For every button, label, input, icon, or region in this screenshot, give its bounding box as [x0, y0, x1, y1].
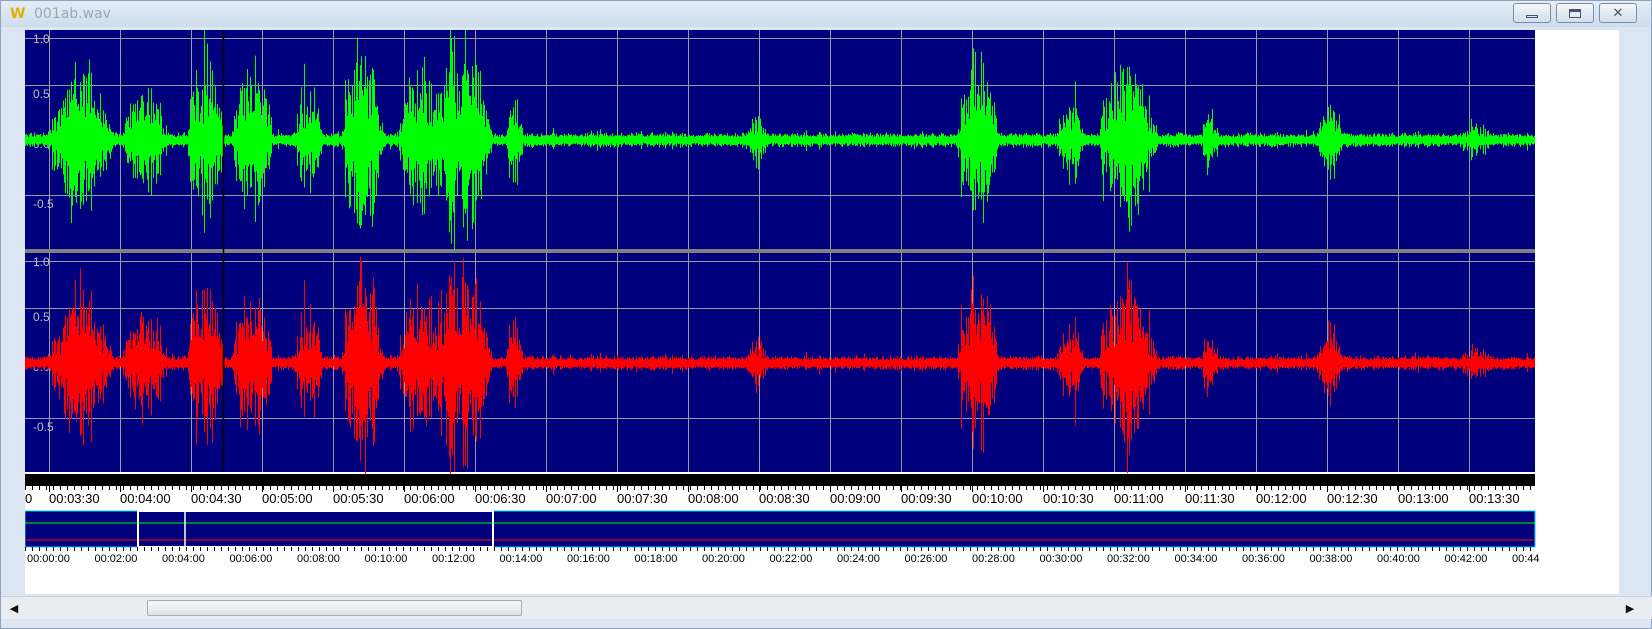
maximize-button[interactable] [1556, 3, 1594, 23]
overview-time-label: 00:14:00 [500, 553, 543, 565]
time-label: 00:04:30 [191, 491, 242, 506]
overview-time-label: 00:08:00 [297, 553, 340, 565]
amplitude-label: 0.5 [33, 87, 50, 101]
overview-time-label: 00:24:00 [837, 553, 880, 565]
wave-app-icon: W [10, 6, 25, 22]
time-label: 00:06:30 [475, 491, 526, 506]
time-label: 00:13:00 [1398, 491, 1449, 506]
overview-time-label: 00:44 [1512, 553, 1540, 565]
time-label: 00:11:30 [1185, 491, 1235, 506]
scroll-right-button[interactable]: ▶ [1621, 599, 1639, 617]
overview-time-label: 00:16:00 [567, 553, 610, 565]
time-label: 00:07:00 [546, 491, 597, 506]
time-label: 0 [25, 491, 32, 506]
overview-time-label: 00:38:00 [1310, 553, 1353, 565]
overview-time-label: 00:06:00 [230, 553, 273, 565]
time-label: 00:07:30 [617, 491, 668, 506]
left-arrow-icon: ◀ [9, 601, 19, 615]
amplitude-label: 1.0 [33, 32, 50, 46]
time-label: 00:08:00 [688, 491, 739, 506]
overview-time-label: 00:40:00 [1377, 553, 1420, 565]
overview-time-label: 00:34:00 [1175, 553, 1218, 565]
overview-time-label: 00:02:00 [95, 553, 138, 565]
amplitude-label: -0.5 [33, 197, 54, 211]
time-label: 00:10:30 [1043, 491, 1094, 506]
time-label: 00:11:00 [1114, 491, 1164, 506]
right-arrow-icon: ▶ [1625, 601, 1635, 615]
time-label: 00:08:30 [759, 491, 810, 506]
overview-time-label: 00:26:00 [905, 553, 948, 565]
time-label: 00:03:30 [49, 491, 100, 506]
time-label: 00:05:30 [333, 491, 384, 506]
amplitude-label: -0.5 [33, 420, 54, 434]
time-label: 00:09:30 [901, 491, 952, 506]
waveform-display[interactable]: 1.00.50.0-0.51.00.50.0-0.50 00:03:30 00:04… [25, 30, 1619, 594]
amplitude-label: 1.0 [33, 255, 50, 269]
time-label: 00:10:00 [972, 491, 1023, 506]
time-label: 00:12:30 [1327, 491, 1378, 506]
close-button[interactable]: ✕ [1599, 3, 1637, 23]
time-label: 00:04:00 [120, 491, 171, 506]
overview-time-label: 00:28:00 [972, 553, 1015, 565]
time-label: 00:12:00 [1256, 491, 1307, 506]
scroll-left-button[interactable]: ◀ [5, 599, 23, 617]
time-label: 00:06:00 [404, 491, 455, 506]
overview-strip[interactable] [25, 510, 1536, 548]
app-window: W 001ab.wav ✕ 1.0 0.5 0.0 -0.5 1.0 0.5 0.0 -0.5… [0, 0, 1652, 629]
close-icon: ✕ [1612, 5, 1624, 21]
editor-client-area: 1.0 0.5 0.0 -0.5 1.0 0.5 0.0 -0.5 0 00:03:30 00:04… [25, 30, 1619, 594]
overview-time-label: 00:36:00 [1242, 553, 1285, 565]
time-label: 00:05:00 [262, 491, 313, 506]
window-title: 001ab.wav [34, 6, 111, 22]
channel-separator[interactable] [25, 249, 1535, 253]
time-ruler-bar [25, 474, 1535, 486]
minimize-icon [1526, 14, 1538, 18]
overview-time-label: 00:10:00 [365, 553, 408, 565]
maximize-icon [1569, 8, 1581, 18]
overview-time-label: 00:04:00 [162, 553, 205, 565]
overview-time-label: 00:42:00 [1445, 553, 1488, 565]
amplitude-label: 0.5 [33, 310, 50, 324]
time-label: 00:13:30 [1469, 491, 1520, 506]
overview-time-label: 00:32:00 [1107, 553, 1150, 565]
time-label: 00:09:00 [830, 491, 881, 506]
horizontal-scrollbar[interactable]: ◀ ▶ [1, 596, 1652, 619]
minimize-button[interactable] [1513, 3, 1551, 23]
overview-time-label: 00:30:00 [1040, 553, 1083, 565]
overview-time-label: 00:20:00 [702, 553, 745, 565]
overview-time-label: 00:12:00 [432, 553, 475, 565]
title-bar[interactable]: W 001ab.wav ✕ [1, 1, 1651, 27]
scrollbar-thumb[interactable] [147, 600, 522, 616]
overview-time-label: 00:18:00 [635, 553, 678, 565]
overview-time-label: 00:22:00 [770, 553, 813, 565]
overview-time-label: 00:00:00 [27, 553, 70, 565]
